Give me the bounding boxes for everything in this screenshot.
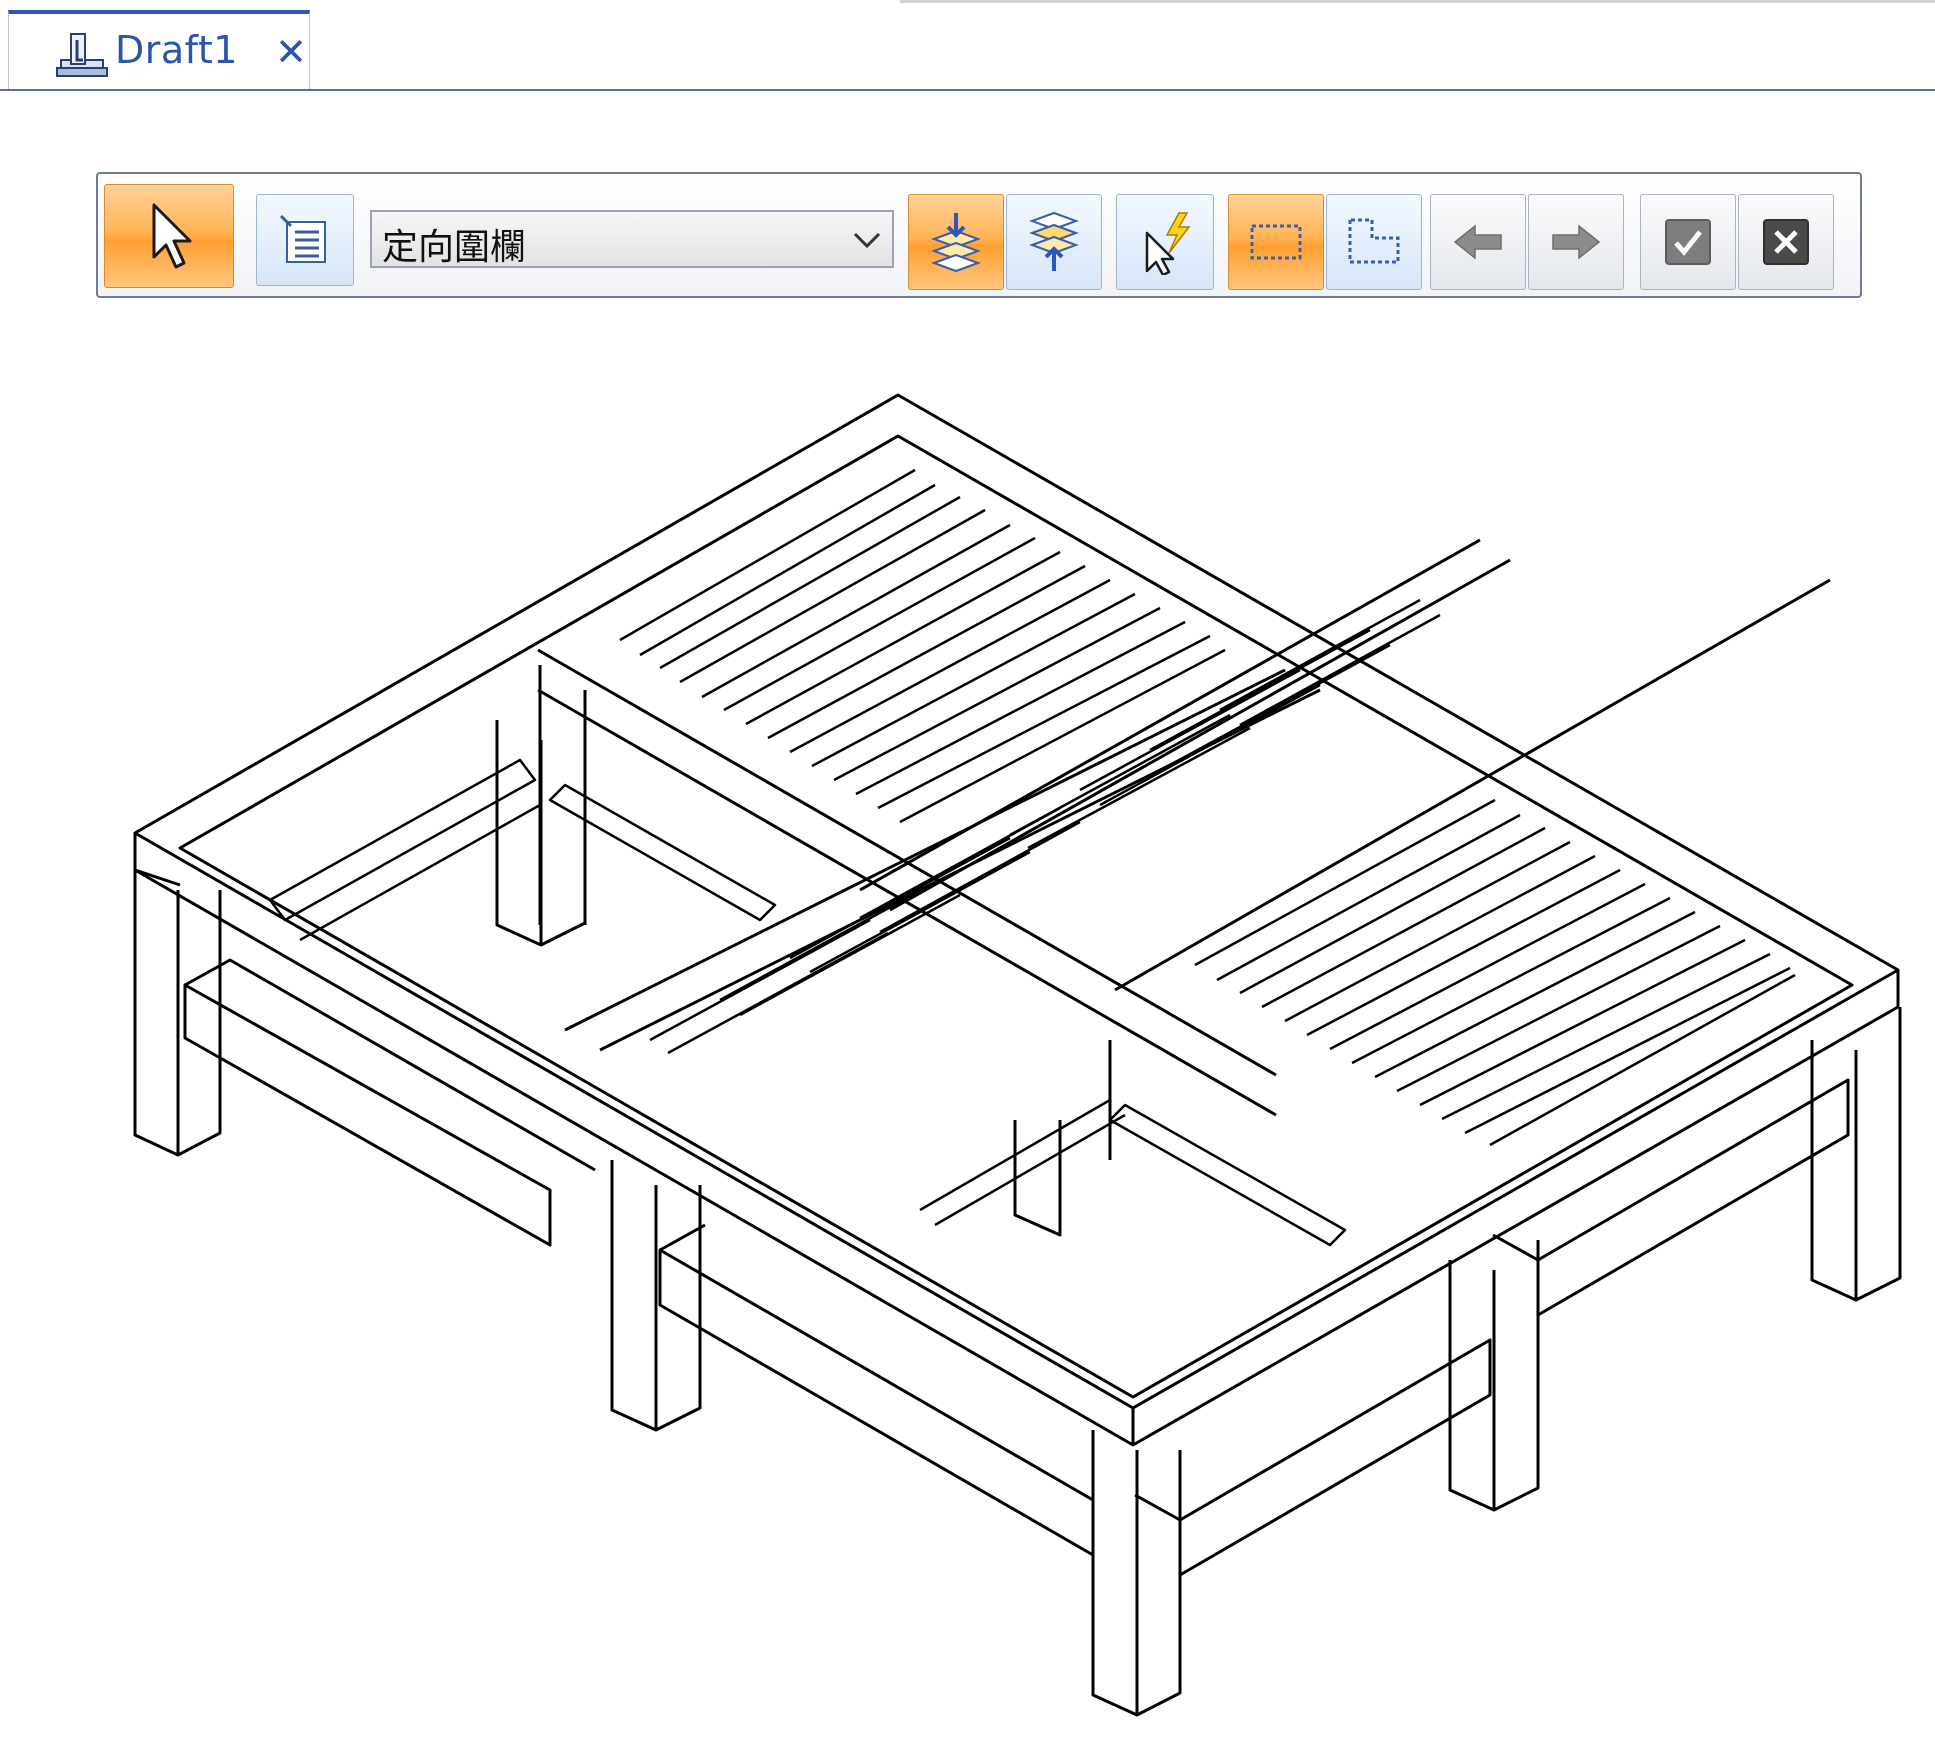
properties-list-icon: [279, 214, 331, 266]
properties-button[interactable]: [256, 194, 354, 286]
quick-pick-icon: [1135, 209, 1195, 275]
add-to-selection-icon: [926, 209, 986, 275]
frame-top-inner: [178, 434, 1854, 1399]
select-arrow-icon: [144, 201, 194, 271]
rectangle-fence-icon: [1246, 220, 1306, 264]
previous-button[interactable]: [1430, 194, 1526, 290]
cancel-button[interactable]: [1738, 194, 1834, 290]
tab-draft1[interactable]: Draft1 ✕: [8, 10, 310, 90]
selection-filter-dropdown[interactable]: 定向圍欄: [370, 210, 894, 268]
slats-rear-left: [619, 468, 1226, 824]
lower-stretchers: [183, 958, 1850, 1577]
remove-from-selection-button[interactable]: [1006, 194, 1102, 290]
next-arrow-icon: [1549, 222, 1603, 262]
isometric-frame-drawing: [133, 393, 1902, 1717]
drawing-canvas[interactable]: [0, 300, 1935, 1760]
select-tool-button[interactable]: [104, 184, 234, 288]
center-beam-a: [537, 648, 1277, 1117]
cancel-x-icon: [1760, 216, 1812, 268]
previous-arrow-icon: [1451, 222, 1505, 262]
slats-right: [1194, 798, 1796, 1147]
chevron-down-icon: [852, 228, 882, 252]
tab-strip-divider: [0, 89, 1935, 91]
selection-filter-value: 定向圍欄: [382, 227, 527, 268]
accept-button[interactable]: [1640, 194, 1736, 290]
accept-check-icon: [1662, 216, 1714, 268]
next-button[interactable]: [1528, 194, 1624, 290]
multi-line-fence-icon: [1344, 216, 1404, 268]
tab-close-button[interactable]: ✕: [271, 32, 311, 72]
document-tab-strip: Draft1 ✕: [0, 0, 1935, 92]
rectangle-fence-button[interactable]: [1228, 194, 1324, 290]
multi-line-fence-button[interactable]: [1326, 194, 1422, 290]
draft-document-icon: [53, 30, 109, 80]
add-to-selection-button[interactable]: [908, 194, 1004, 290]
tab-strip-top-line: [900, 0, 1935, 3]
remove-from-selection-icon: [1024, 209, 1084, 275]
selection-command-bar: 定向圍欄: [96, 172, 1862, 298]
tab-title: Draft1: [115, 28, 238, 72]
quick-pick-button[interactable]: [1116, 194, 1214, 290]
